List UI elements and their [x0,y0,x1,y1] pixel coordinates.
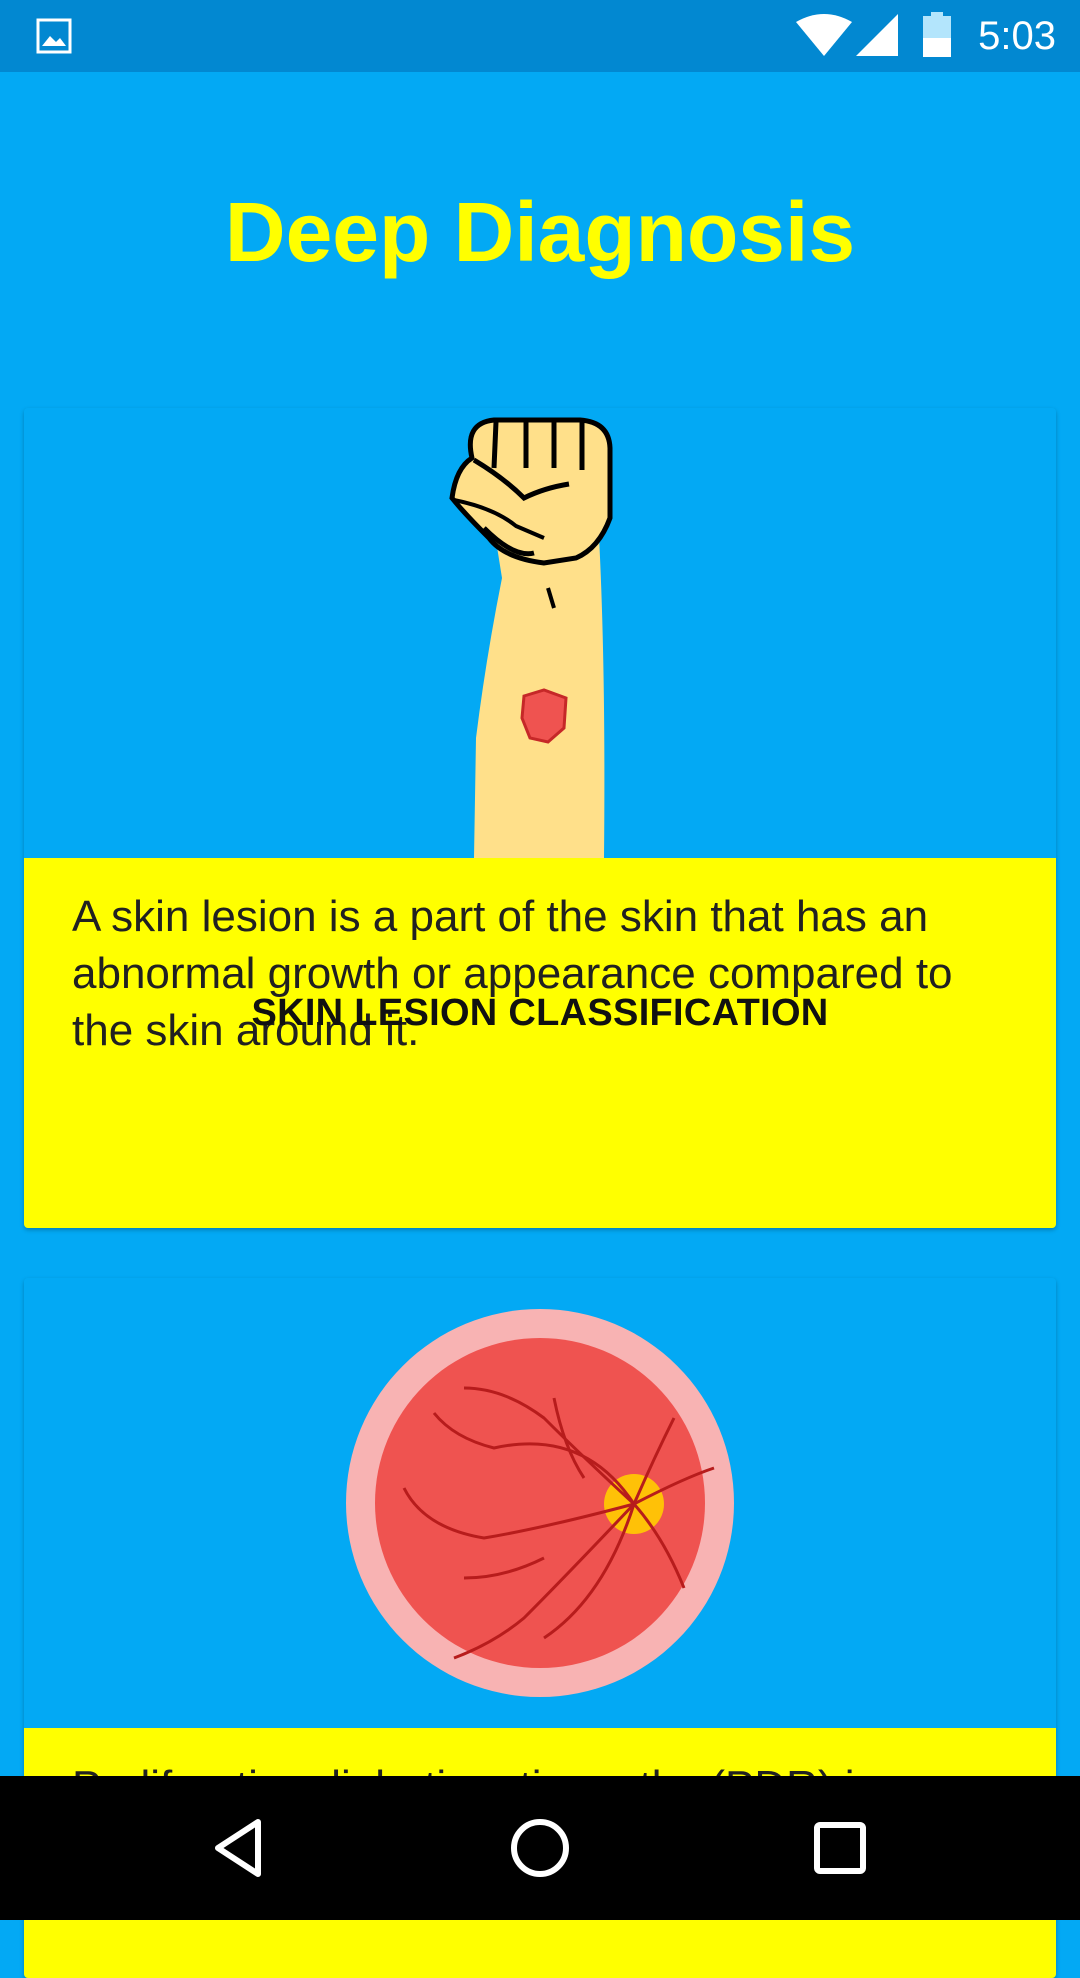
status-bar: 5:03 [0,0,1080,72]
wifi-icon [796,14,852,63]
battery-icon [922,12,952,63]
cell-signal-icon [856,14,900,63]
skin-lesion-card-body: A skin lesion is a part of the skin that… [24,858,1056,1228]
retina-fundus-icon [346,1309,734,1697]
recent-apps-icon[interactable] [804,1812,876,1884]
skin-lesion-image [24,408,1056,858]
skin-lesion-classification-button[interactable]: SKIN LESION CLASSIFICATION [24,988,1056,1038]
app-title: Deep Diagnosis [224,185,856,279]
home-icon[interactable] [504,1812,576,1884]
clock: 5:03 [978,14,1056,58]
skin-lesion-card[interactable]: A skin lesion is a part of the skin that… [24,408,1056,1228]
back-icon[interactable] [204,1812,276,1884]
retina-image [24,1278,1056,1728]
raised-fist-arm-icon [449,417,613,858]
gallery-icon [36,18,72,59]
navigation-bar [0,1776,1080,1920]
